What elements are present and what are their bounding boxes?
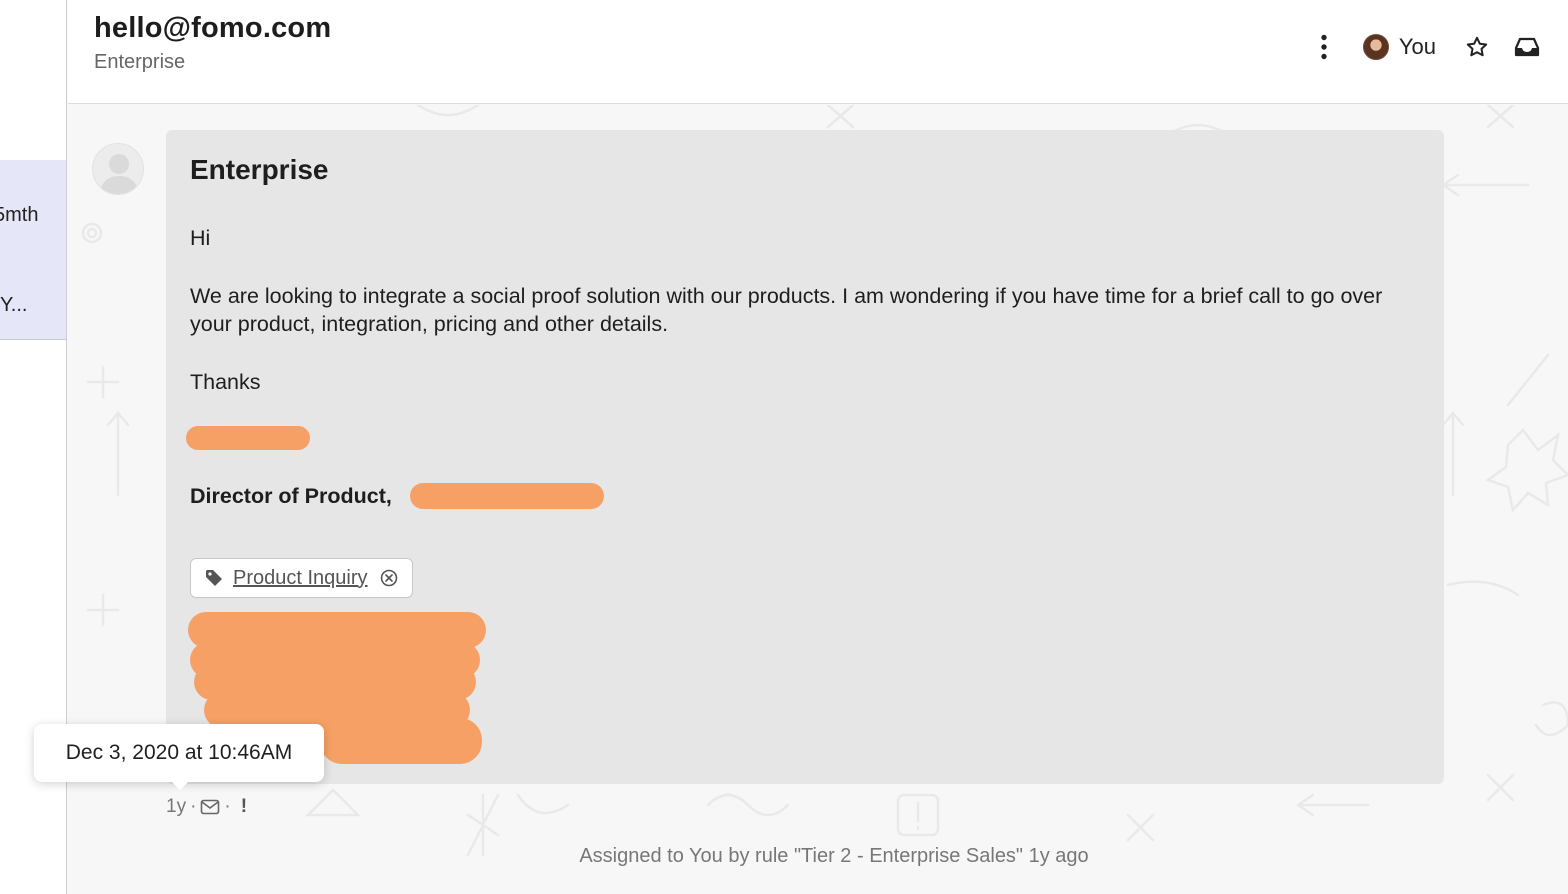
redaction-signature-block xyxy=(320,718,482,764)
conversation-subtitle: Enterprise xyxy=(94,51,186,73)
priority-icon[interactable]: ! xyxy=(241,796,247,818)
message-subject: Enterprise xyxy=(190,154,329,185)
tag-label[interactable]: Product Inquiry xyxy=(233,567,368,590)
assignee-button[interactable]: You xyxy=(1362,34,1436,60)
assignment-activity: Assigned to You by rule "Tier 2 - Enterp… xyxy=(579,845,1089,867)
message-age[interactable]: 1y xyxy=(166,796,186,818)
timestamp-tooltip: Dec 3, 2020 at 10:46AM xyxy=(34,724,324,782)
avatar xyxy=(1362,34,1389,60)
message-meta: 1y · · ! xyxy=(166,795,247,819)
header-actions: You xyxy=(1309,30,1542,64)
conversation-list-item-preview: Y... xyxy=(0,294,28,316)
star-icon xyxy=(1466,36,1488,57)
message-closing: Thanks xyxy=(190,370,261,394)
tooltip-arrow xyxy=(170,780,190,790)
inbox-icon xyxy=(1514,37,1540,57)
signature-title: Director of Product, xyxy=(190,484,392,508)
kebab-vertical-icon xyxy=(1321,34,1327,60)
tag-icon xyxy=(206,570,222,586)
more-options-button[interactable] xyxy=(1309,32,1339,62)
conversation-title: hello@fomo.com xyxy=(94,12,332,44)
conversation-list-item-text: 5mth xyxy=(0,204,39,226)
star-button[interactable] xyxy=(1462,32,1492,62)
redaction-company xyxy=(410,483,604,509)
email-icon xyxy=(201,799,220,815)
archive-button[interactable] xyxy=(1512,32,1542,62)
meta-separator: · xyxy=(224,796,231,817)
message-body: Hi We are looking to integrate a social … xyxy=(190,224,1420,426)
user-placeholder-icon xyxy=(99,154,139,194)
meta-separator: · xyxy=(190,796,197,817)
message-greeting: Hi xyxy=(190,226,211,250)
redaction-name xyxy=(186,426,310,450)
conversation-header: hello@fomo.com Enterprise You xyxy=(68,0,1568,104)
assignee-label: You xyxy=(1398,34,1436,59)
tag-chip-product-inquiry[interactable]: Product Inquiry xyxy=(190,558,413,598)
close-circle-icon[interactable] xyxy=(380,569,398,587)
message-paragraph: We are looking to integrate a social pro… xyxy=(190,284,1383,336)
sender-avatar[interactable] xyxy=(92,143,144,195)
